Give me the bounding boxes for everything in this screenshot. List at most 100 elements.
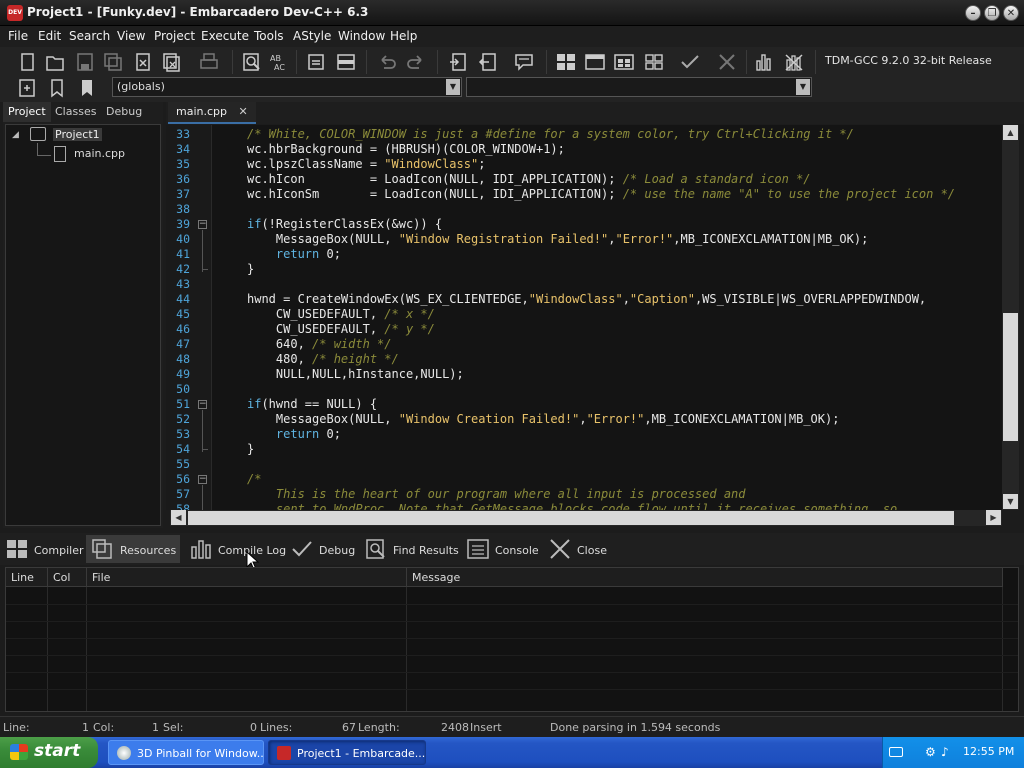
- delete-profile-icon[interactable]: [781, 50, 807, 74]
- scope-select[interactable]: (globals) ▼: [112, 77, 462, 97]
- member-select[interactable]: ▼: [466, 77, 812, 97]
- menu-astyle[interactable]: AStyle: [293, 29, 331, 43]
- compile-run-icon[interactable]: [611, 50, 637, 74]
- print-icon[interactable]: [196, 50, 222, 74]
- menu-help[interactable]: Help: [390, 29, 417, 43]
- code-editor[interactable]: /* White, COLOR_WINDOW is just a #define…: [212, 125, 1002, 510]
- compile-log-icon: [191, 540, 211, 559]
- tree-file[interactable]: main.cpp: [74, 147, 125, 160]
- menu-edit[interactable]: Edit: [38, 29, 61, 43]
- comment-icon[interactable]: [511, 50, 537, 74]
- tree-project[interactable]: Project1: [53, 128, 102, 141]
- tab-compiler[interactable]: Compiler: [0, 535, 88, 563]
- code-line: CW_USEDEFAULT, /* x */: [247, 307, 435, 321]
- save-icon[interactable]: [72, 50, 98, 74]
- close-file-icon[interactable]: [130, 50, 156, 74]
- scroll-left-icon[interactable]: ◀: [171, 510, 186, 525]
- menu-tools[interactable]: Tools: [254, 29, 284, 43]
- tab-compile-log[interactable]: Compile Log: [184, 535, 290, 563]
- profile-icon[interactable]: [751, 50, 777, 74]
- menu-execute[interactable]: Execute: [201, 29, 249, 43]
- code-line: }: [247, 442, 255, 456]
- scope-value: (globals): [117, 80, 165, 93]
- col-header-col[interactable]: Col: [48, 568, 87, 587]
- menu-search[interactable]: Search: [69, 29, 110, 43]
- fold-toggle-icon[interactable]: −: [198, 475, 207, 484]
- indent-icon[interactable]: [445, 50, 471, 74]
- code-line: wc.hIcon = LoadIcon(NULL, IDI_APPLICATIO…: [247, 172, 811, 186]
- run-icon[interactable]: [582, 50, 608, 74]
- find-icon[interactable]: [239, 50, 265, 74]
- tab-console[interactable]: Console: [461, 535, 543, 563]
- tab-resources[interactable]: Resources: [86, 535, 181, 563]
- undo-icon[interactable]: [374, 50, 400, 74]
- col-header-file[interactable]: File: [87, 568, 407, 587]
- tab-debug[interactable]: Debug: [101, 102, 147, 122]
- redo-icon[interactable]: [403, 50, 429, 74]
- fold-toggle-icon[interactable]: −: [198, 220, 207, 229]
- start-button[interactable]: start: [0, 737, 98, 768]
- scroll-up-icon[interactable]: ▲: [1003, 125, 1018, 140]
- tab-find-results[interactable]: Find Results: [359, 535, 463, 563]
- stop-icon[interactable]: [714, 50, 740, 74]
- minimize-icon[interactable]: –: [965, 5, 981, 21]
- rebuild-icon[interactable]: [641, 50, 667, 74]
- tab-close[interactable]: Close: [543, 535, 611, 563]
- col-header-message[interactable]: Message: [407, 568, 1003, 587]
- save-all-icon[interactable]: [100, 50, 126, 74]
- compiler-select[interactable]: TDM-GCC 9.2.0 32-bit Release: [821, 52, 1017, 72]
- chevron-down-icon[interactable]: ▼: [796, 79, 810, 95]
- keyboard-icon[interactable]: [889, 747, 903, 757]
- new-file-icon[interactable]: [14, 50, 40, 74]
- close-all-icon[interactable]: [158, 50, 184, 74]
- menu-file[interactable]: File: [8, 29, 28, 43]
- unindent-icon[interactable]: [475, 50, 501, 74]
- check-icon[interactable]: [677, 50, 703, 74]
- vertical-scrollbar[interactable]: ▲ ▼: [1002, 125, 1019, 510]
- insert-icon[interactable]: [14, 76, 40, 100]
- replace-icon[interactable]: AB AC: [266, 50, 292, 74]
- menu-project[interactable]: Project: [154, 29, 195, 43]
- col-header-line[interactable]: Line: [6, 568, 48, 587]
- line-number: 36: [176, 172, 190, 186]
- toggle-bookmark-icon[interactable]: [333, 50, 359, 74]
- devcpp-icon: [277, 746, 291, 760]
- hscroll-thumb[interactable]: [188, 511, 954, 525]
- scroll-thumb[interactable]: [1003, 313, 1018, 441]
- chevron-down-icon[interactable]: ▼: [446, 79, 460, 95]
- code-line: 640, /* width */: [247, 337, 392, 351]
- restore-icon[interactable]: ❐: [984, 5, 1000, 21]
- tab-classes[interactable]: Classes: [50, 102, 101, 122]
- taskbar-item-pinball[interactable]: 3D Pinball for Window...: [108, 740, 264, 765]
- close-tab-icon[interactable]: ✕: [239, 105, 248, 118]
- bookmark-icon[interactable]: [44, 76, 70, 100]
- open-icon[interactable]: [42, 50, 68, 74]
- scroll-right-icon[interactable]: ▶: [986, 510, 1001, 525]
- menu-view[interactable]: View: [117, 29, 145, 43]
- taskbar-item-devcpp[interactable]: Project1 - Embarcade...: [268, 740, 426, 765]
- status-lines-value: 67: [342, 721, 356, 734]
- code-line: /* White, COLOR_WINDOW is just a #define…: [247, 127, 854, 141]
- resources-icon: [92, 539, 112, 559]
- clock[interactable]: 12:55 PM: [963, 745, 1014, 758]
- fold-toggle-icon[interactable]: −: [198, 400, 207, 409]
- goto-bookmark-icon[interactable]: [74, 76, 100, 100]
- status-col-label: Col:: [93, 721, 115, 734]
- line-number: 40: [176, 232, 190, 246]
- volume-icon[interactable]: ♪: [941, 745, 949, 759]
- horizontal-scrollbar[interactable]: ◀ ▶: [170, 510, 1002, 526]
- network-icon[interactable]: ⚙: [925, 745, 936, 759]
- close-window-icon[interactable]: ✕: [1003, 5, 1019, 21]
- menu-window[interactable]: Window: [338, 29, 385, 43]
- line-number: 39: [176, 217, 190, 231]
- tab-debug-output[interactable]: Debug: [285, 535, 359, 563]
- compile-icon[interactable]: [553, 50, 579, 74]
- scroll-down-icon[interactable]: ▼: [1003, 494, 1018, 509]
- bottom-tab-bar: Compiler Resources Compile Log Debug Fin…: [0, 533, 1024, 571]
- goto-icon[interactable]: [303, 50, 329, 74]
- line-number: 50: [176, 382, 190, 396]
- code-line: MessageBox(NULL, "Window Creation Failed…: [247, 412, 840, 426]
- tab-project[interactable]: Project: [3, 102, 51, 122]
- tab-main-cpp[interactable]: main.cpp ✕: [168, 102, 256, 124]
- expand-icon[interactable]: ◢: [12, 130, 19, 140]
